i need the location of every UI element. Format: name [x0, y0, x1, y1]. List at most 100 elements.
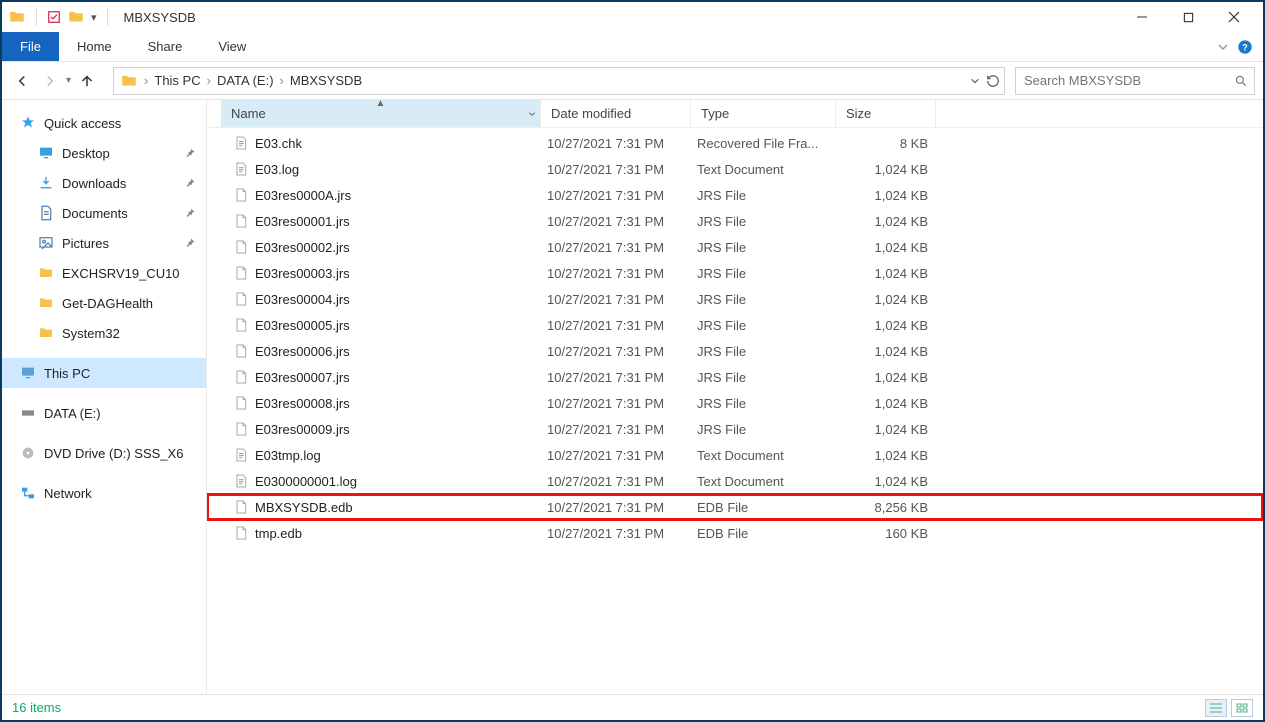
minimize-button[interactable] [1119, 3, 1165, 31]
navpane-item-downloads[interactable]: Downloads [2, 168, 206, 198]
address-bar[interactable]: › This PC › DATA (E:) › MBXSYSDB [113, 67, 1005, 95]
navpane-item-icon [38, 295, 54, 311]
file-row[interactable]: E03res00005.jrs10/27/2021 7:31 PMJRS Fil… [207, 312, 1263, 338]
ribbon-tab-view[interactable]: View [200, 32, 264, 61]
history-dropdown-icon[interactable]: ▾ [66, 75, 71, 86]
file-row[interactable]: E03res0000A.jrs10/27/2021 7:31 PMJRS Fil… [207, 182, 1263, 208]
breadcrumb-folder[interactable]: MBXSYSDB [286, 73, 366, 88]
file-row[interactable]: E03res00003.jrs 10/27/2021 7:31 PMJRS Fil… [207, 260, 1263, 286]
navpane-item-icon [38, 235, 54, 251]
file-type: Recovered File Fra... [697, 136, 842, 151]
chevron-right-icon[interactable]: › [142, 73, 150, 88]
navpane-item-desktop[interactable]: Desktop [2, 138, 206, 168]
address-dropdown-icon[interactable] [970, 76, 980, 86]
file-icon [233, 421, 249, 437]
file-name: E03res00003.jrs [255, 266, 350, 281]
file-type: Text Document [697, 448, 842, 463]
file-icon [233, 239, 249, 255]
column-header-type[interactable]: Type [691, 100, 836, 127]
navpane-network[interactable]: Network [2, 478, 206, 508]
breadcrumb-datае[interactable]: DATA (E:) [213, 73, 278, 88]
file-date: 10/27/2021 7:31 PM [547, 266, 697, 281]
forward-button[interactable] [38, 69, 62, 93]
file-row[interactable]: tmp.edb10/27/2021 7:31 PMEDB File160 KB [207, 520, 1263, 546]
column-header-name[interactable]: Name ▲ [221, 100, 541, 127]
column-label: Type [701, 106, 729, 121]
file-type: EDB File [697, 500, 842, 515]
file-size: 1,024 KB [842, 474, 942, 489]
ribbon-tab-home[interactable]: Home [59, 32, 130, 61]
file-icon [233, 473, 249, 489]
file-row[interactable]: E03res00007.jrs10/27/2021 7:31 PMJRS Fil… [207, 364, 1263, 390]
up-button[interactable] [75, 69, 99, 93]
ribbon-tab-share[interactable]: Share [130, 32, 201, 61]
file-row[interactable]: E03res00004.jrs10/27/2021 7:31 PMJRS Fil… [207, 286, 1263, 312]
file-size: 1,024 KB [842, 396, 942, 411]
ribbon-tab-file[interactable]: File [2, 32, 59, 61]
file-row[interactable]: E03res00008.jrs10/27/2021 7:31 PMJRS Fil… [207, 390, 1263, 416]
column-header-size[interactable]: Size [836, 100, 936, 127]
file-name: E03res00009.jrs [255, 422, 350, 437]
breadcrumb-thispc[interactable]: This PC [150, 73, 204, 88]
ribbon-expand-icon[interactable] [1217, 41, 1229, 53]
file-icon [233, 395, 249, 411]
file-icon [233, 317, 249, 333]
file-name: E03res0000A.jrs [255, 188, 351, 203]
view-details-icon[interactable] [1205, 699, 1227, 717]
back-button[interactable] [10, 69, 34, 93]
file-row[interactable]: E03res00001.jrs10/27/2021 7:31 PMJRS Fil… [207, 208, 1263, 234]
chevron-right-icon[interactable]: › [205, 73, 213, 88]
file-size: 1,024 KB [842, 266, 942, 281]
navpane-label: This PC [44, 366, 90, 381]
maximize-button[interactable] [1165, 3, 1211, 31]
qat-folder-icon[interactable] [67, 8, 85, 26]
file-list-area: Name ▲ Date modified Type Size E03.chk10… [207, 100, 1263, 698]
file-row[interactable]: E03.log10/27/2021 7:31 PMText Document1,… [207, 156, 1263, 182]
status-bar: 16 items [2, 694, 1263, 720]
file-row[interactable]: E03res00006.jrs10/27/2021 7:31 PMJRS Fil… [207, 338, 1263, 364]
file-name: E03res00006.jrs [255, 344, 350, 359]
file-row[interactable]: E03tmp.log10/27/2021 7:31 PMText Documen… [207, 442, 1263, 468]
file-row[interactable]: E03res00002.jrs10/27/2021 7:31 PMJRS Fil… [207, 234, 1263, 260]
column-label: Name [231, 106, 266, 121]
file-row[interactable]: MBXSYSDB.edb10/27/2021 7:31 PMEDB File8,… [207, 494, 1263, 520]
navpane-item-documents[interactable]: Documents [2, 198, 206, 228]
close-button[interactable] [1211, 3, 1257, 31]
file-type: JRS File [697, 370, 842, 385]
file-type: JRS File [697, 266, 842, 281]
file-type: JRS File [697, 396, 842, 411]
file-type: JRS File [697, 188, 842, 203]
file-type: Text Document [697, 162, 842, 177]
navpane-dvd[interactable]: DVD Drive (D:) SSS_X6 [2, 438, 206, 468]
navpane-item-get-daghealth[interactable]: Get-DAGHealth [2, 288, 206, 318]
navpane-label: Quick access [44, 116, 121, 131]
refresh-icon[interactable] [986, 74, 1000, 88]
file-row[interactable]: E0300000001.log10/27/2021 7:31 PMText Do… [207, 468, 1263, 494]
monitor-icon [20, 365, 36, 381]
search-input[interactable] [1022, 72, 1234, 89]
qat-dropdown-icon[interactable]: ▾ [91, 11, 97, 24]
qat-checkbox-icon[interactable] [47, 10, 61, 24]
column-dropdown-icon[interactable] [528, 110, 536, 118]
navpane-item-exchsrv19-cu10[interactable]: EXCHSRV19_CU10 [2, 258, 206, 288]
file-row[interactable]: E03res00009.jrs10/27/2021 7:31 PMJRS Fil… [207, 416, 1263, 442]
file-size: 1,024 KB [842, 448, 942, 463]
navpane-quick-access[interactable]: Quick access [2, 108, 206, 138]
search-icon[interactable] [1234, 74, 1248, 88]
navpane-this-pc[interactable]: This PC [2, 358, 206, 388]
file-date: 10/27/2021 7:31 PM [547, 474, 697, 489]
file-size: 160 KB [842, 526, 942, 541]
file-date: 10/27/2021 7:31 PM [547, 370, 697, 385]
navpane-item-pictures[interactable]: Pictures [2, 228, 206, 258]
pin-icon [184, 147, 196, 159]
file-row[interactable]: E03.chk10/27/2021 7:31 PMRecovered File … [207, 130, 1263, 156]
help-icon[interactable]: ? [1237, 39, 1253, 55]
file-date: 10/27/2021 7:31 PM [547, 500, 697, 515]
file-date: 10/27/2021 7:31 PM [547, 448, 697, 463]
search-box[interactable] [1015, 67, 1255, 95]
view-large-icons-icon[interactable] [1231, 699, 1253, 717]
navpane-item-system32[interactable]: System32 [2, 318, 206, 348]
navpane-data-e[interactable]: DATA (E:) [2, 398, 206, 428]
column-header-date[interactable]: Date modified [541, 100, 691, 127]
chevron-right-icon[interactable]: › [278, 73, 286, 88]
